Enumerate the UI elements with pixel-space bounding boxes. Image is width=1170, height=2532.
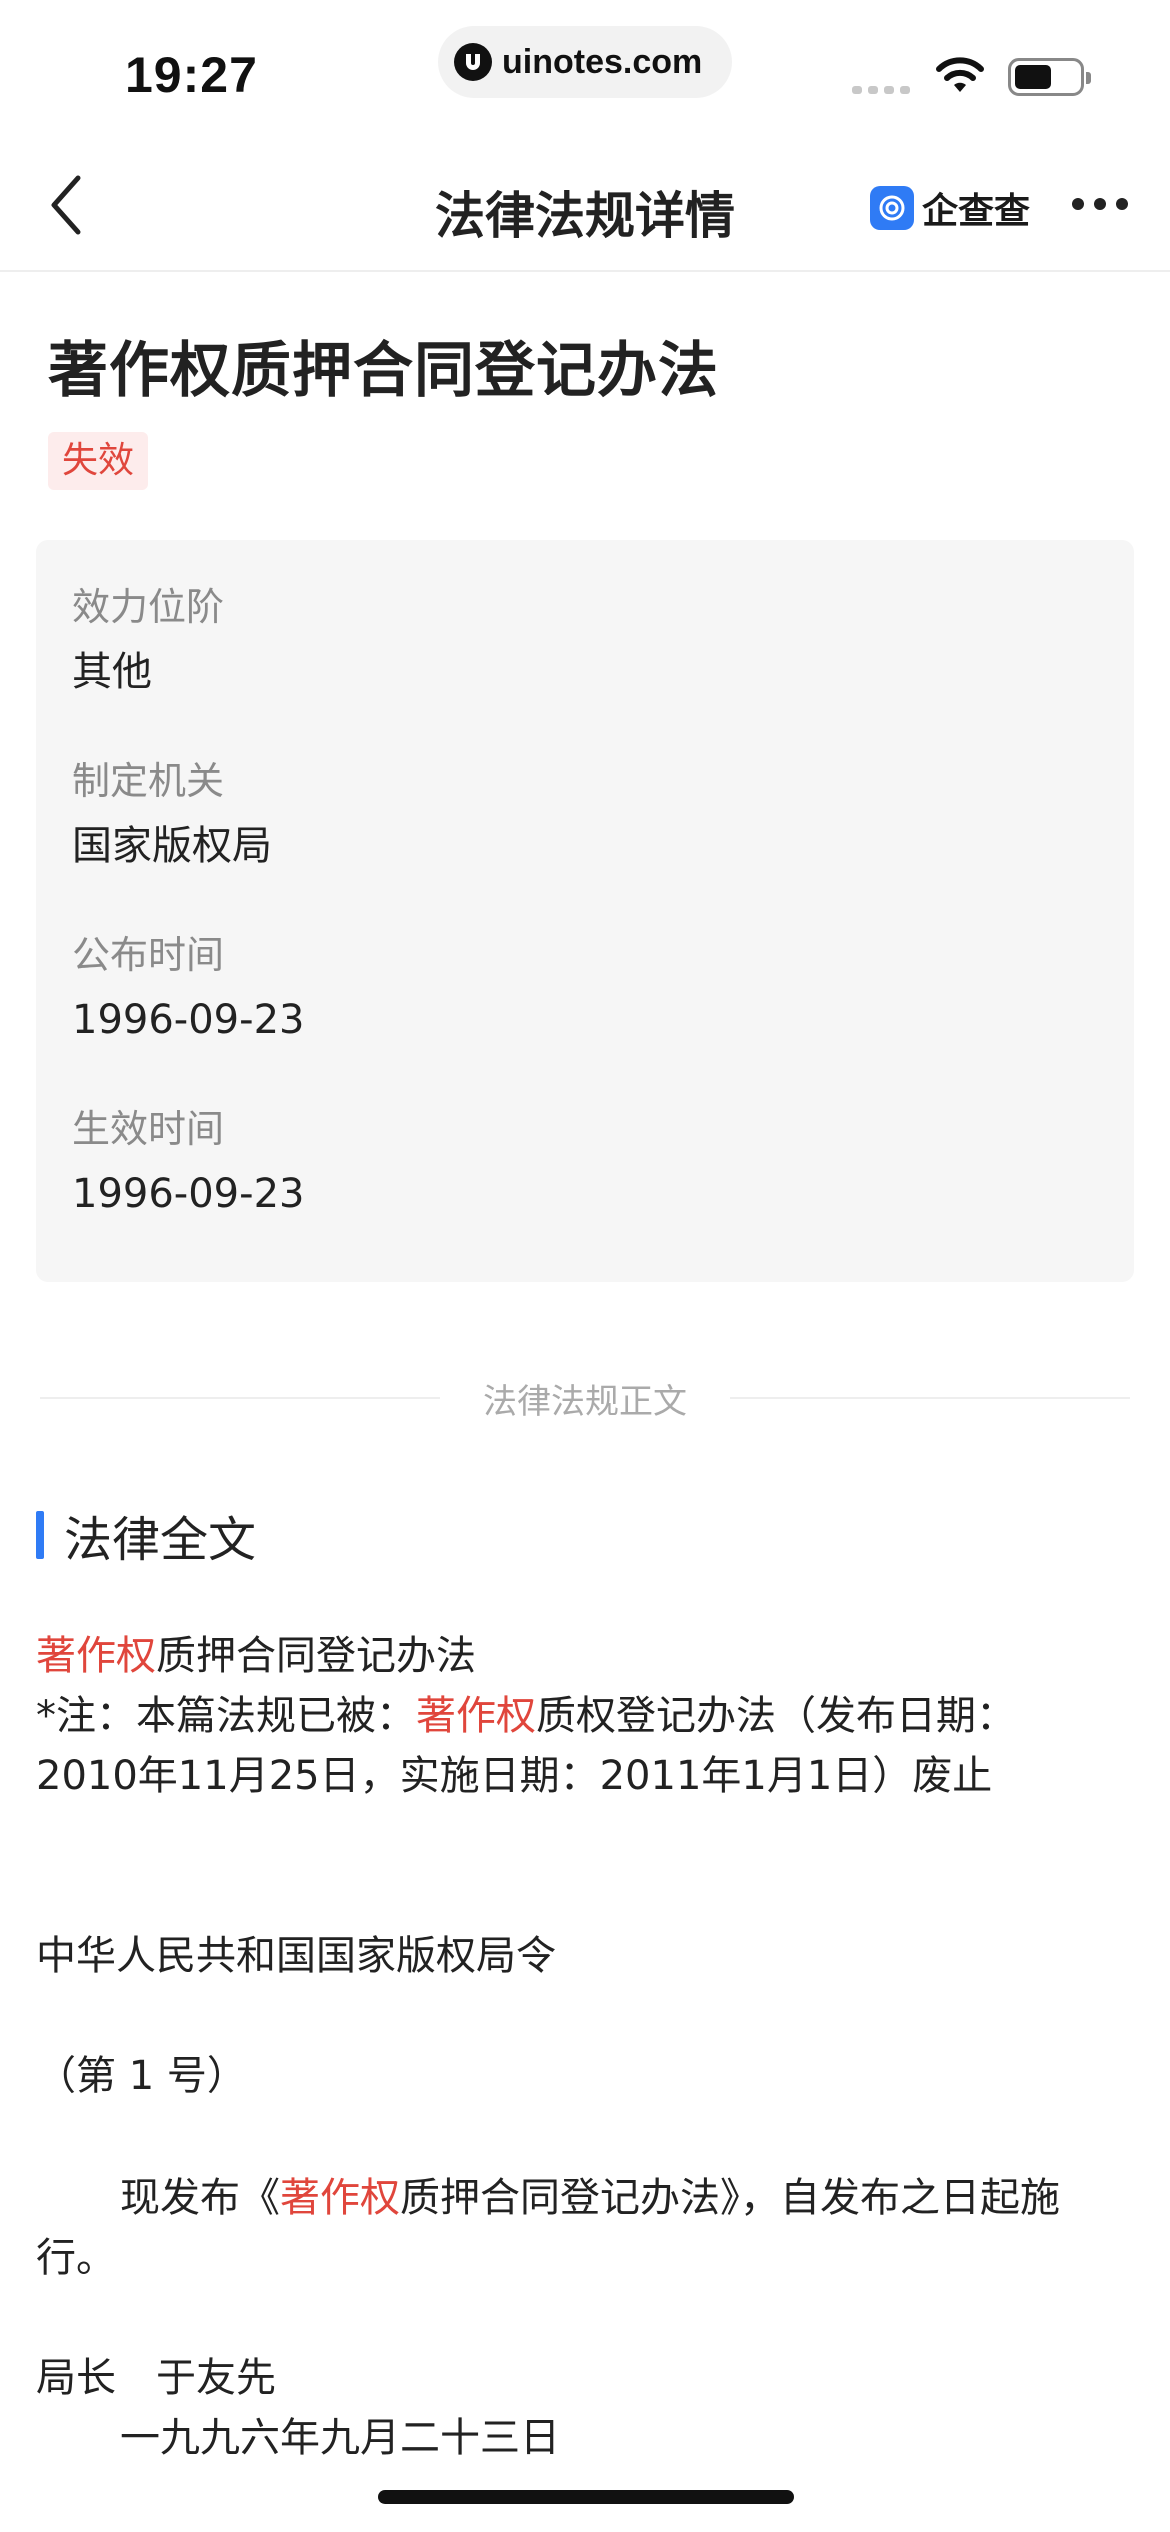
body-text: 质权登记办法（发布日期： (536, 1693, 1016, 1739)
body-note-cont: 2010年11月25日，实施日期：2011年1月1日）废止 (36, 1753, 993, 1799)
section-divider: 法律法规正文 (40, 1368, 1130, 1428)
body-number: （第 1 号） (36, 2053, 247, 2099)
site-logo-icon (454, 43, 492, 81)
highlight-keyword: 著作权 (36, 1633, 156, 1679)
section-header: 法律全文 (36, 1500, 256, 1570)
status-bar: 19:27 uinotes.com (0, 0, 1170, 140)
status-badge: 失效 (48, 432, 149, 490)
info-value: 国家版权局 (72, 823, 272, 869)
page: 19:27 uinotes.com 法律法规详情 企查查 著作权质押合同登记办法… (0, 0, 1170, 2532)
info-item-publish-date: 公布时间 1996-09-23 (72, 930, 304, 1046)
body-text: 质押合同登记办法 (156, 1633, 476, 1679)
url-text: uinotes.com (502, 42, 703, 81)
info-value: 1996-09-23 (72, 997, 305, 1043)
home-indicator[interactable] (378, 2490, 794, 2504)
info-label: 效力位阶 (72, 585, 225, 629)
brand-link[interactable]: 企查查 (870, 182, 1030, 234)
info-label: 制定机关 (72, 759, 225, 803)
wifi-icon (936, 57, 984, 92)
info-value: 1996-09-23 (72, 1171, 305, 1217)
highlight-keyword: 著作权 (416, 1693, 536, 1739)
more-icon[interactable] (1072, 198, 1128, 210)
info-item-effective-date: 生效时间 1996-09-23 (72, 1104, 304, 1220)
body-decree: 中华人民共和国国家版权局令 (36, 1933, 556, 1979)
section-title: 法律全文 (64, 1512, 257, 1568)
info-item-level: 效力位阶 其他 (72, 582, 224, 698)
document-title: 著作权质押合同登记办法 (48, 336, 719, 406)
url-pill[interactable]: uinotes.com (438, 26, 732, 98)
status-time: 19:27 (125, 47, 258, 103)
info-value: 其他 (72, 649, 152, 695)
highlight-keyword: 著作权 (280, 2175, 400, 2221)
body-text: 现发布《 (120, 2175, 280, 2221)
body-publish: 现发布《著作权质押合同登记办法》，自发布之日起施 (36, 2168, 1136, 2228)
body-director: 局长 于友先 (36, 2355, 276, 2401)
info-label: 生效时间 (72, 1107, 225, 1151)
nav-bar: 法律法规详情 企查查 (0, 140, 1170, 272)
body-note: *注：本篇法规已被：著作权质权登记办法（发布日期： (36, 1686, 1136, 1746)
divider-label: 法律法规正文 (483, 1382, 687, 1422)
info-item-authority: 制定机关 国家版权局 (72, 756, 272, 872)
qichacha-logo-icon (870, 186, 914, 230)
info-card: 效力位阶 其他 制定机关 国家版权局 公布时间 1996-09-23 生效时间 … (36, 540, 1134, 1282)
body-text: 质押合同登记办法》，自发布之日起施 (400, 2175, 1060, 2221)
brand-name: 企查查 (922, 191, 1031, 232)
body-title-line: 著作权质押合同登记办法 (36, 1626, 1136, 1686)
battery-icon (1008, 58, 1091, 96)
info-label: 公布时间 (72, 933, 225, 977)
body-text: *注：本篇法规已被： (36, 1693, 416, 1739)
body-publish-cont: 行。 (36, 2235, 116, 2281)
section-accent-bar (36, 1511, 44, 1559)
body-date: 一九九六年九月二十三日 (120, 2415, 560, 2461)
cellular-signal-icon (852, 86, 910, 94)
